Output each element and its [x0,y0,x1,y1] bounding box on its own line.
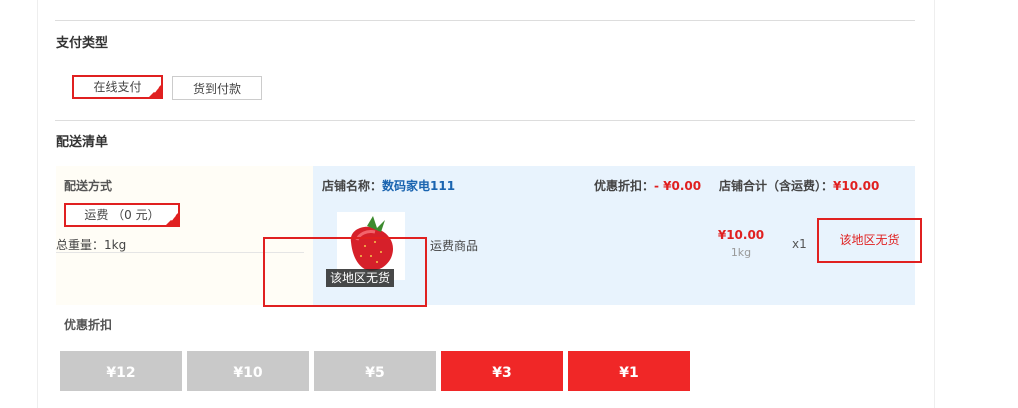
product-name[interactable]: 运费商品 [430,237,478,254]
coupon-3[interactable]: ¥3 [441,347,563,391]
checkmark-icon: ✔ [169,214,177,224]
shipping-fee-option[interactable]: 运费 （0 元） ✔ [64,203,180,227]
online-payment-label: 在线支付 [93,80,142,94]
total-weight: 总重量：1kg [56,238,127,252]
divider-middle [55,120,915,121]
divider-top [55,20,915,21]
coupons-title: 优惠折扣 [64,318,113,332]
online-payment-option[interactable]: 在线支付 ✔ [72,75,163,99]
coupon-10[interactable]: ¥10 [187,347,309,391]
shop-total-value: ¥10.00 [833,179,880,193]
delivery-method-label: 配送方式 [64,179,113,193]
payment-section-title: 支付类型 [56,36,109,51]
product-weight: 1kg [730,246,752,259]
shop-name-row: 店铺名称：数码家电111 [322,177,455,194]
unavailable-status: 该地区无货 [817,218,922,263]
shop-discount-value: - ¥0.00 [654,179,702,193]
coupon-1[interactable]: ¥1 [568,347,690,391]
shop-discount-row: 优惠折扣：- ¥0.00 [594,177,701,194]
cash-on-delivery-option[interactable]: 货到付款 [172,76,262,100]
unavailable-status-label: 该地区无货 [839,233,900,247]
shop-total-row: 店铺合计（含运费）：¥10.00 [719,177,879,194]
cash-on-delivery-label: 货到付款 [192,82,241,96]
shop-total-label: 店铺合计（含运费）： [719,179,834,193]
shipping-fee-label: 运费 （0 元） [84,208,160,222]
shop-discount-label: 优惠折扣： [594,179,655,193]
shop-name-label: 店铺名称： [322,179,383,193]
coupon-5[interactable]: ¥5 [314,347,436,391]
coupon-12[interactable]: ¥12 [60,347,182,391]
delivery-section-title: 配送清单 [56,135,109,150]
shop-name-link[interactable]: 数码家电111 [382,179,455,193]
product-price: ¥10.00 [717,228,765,242]
highlight-box [263,237,427,307]
checkmark-icon: ✔ [152,86,160,96]
product-quantity: x1 [792,237,807,251]
